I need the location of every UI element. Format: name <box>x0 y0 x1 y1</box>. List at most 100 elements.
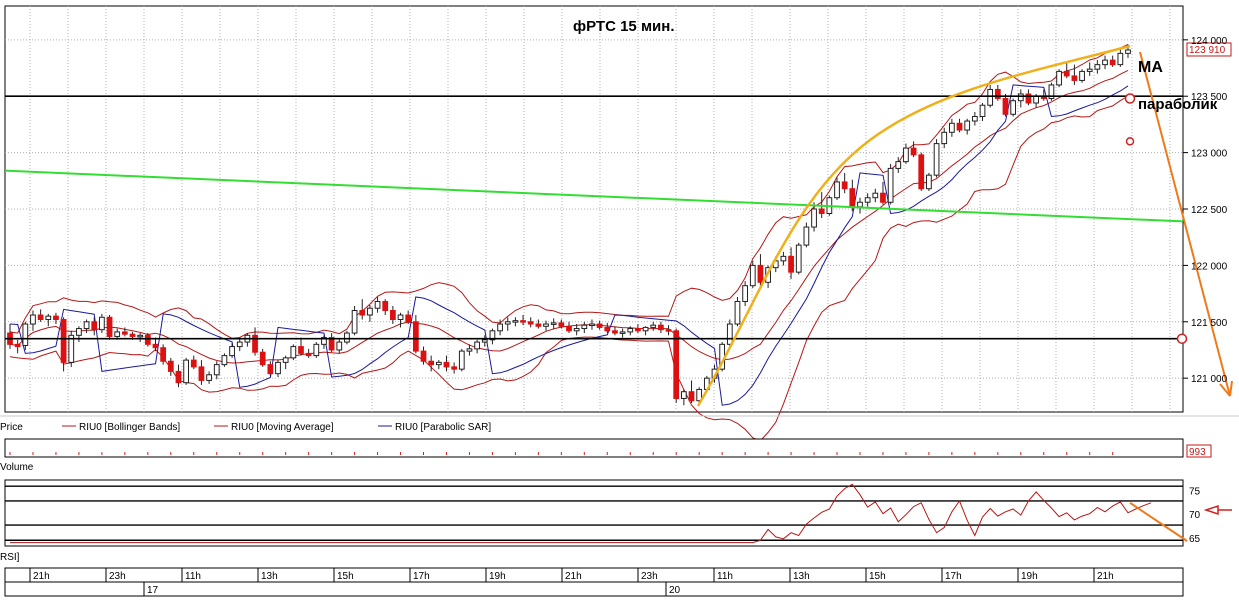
candle-body <box>14 343 21 348</box>
candle-body <box>451 366 458 370</box>
candle-body <box>474 341 480 350</box>
candle-body <box>420 350 427 362</box>
date-label: 17 <box>147 585 159 596</box>
candle-body <box>351 310 358 334</box>
parabolic-annotation: параболик <box>1138 96 1218 113</box>
rsi-tick-label: 75 <box>1189 486 1201 497</box>
candle <box>887 163 894 205</box>
candle-body <box>236 341 243 348</box>
candle <box>313 342 320 358</box>
time-label: 11h <box>717 571 733 582</box>
candle-body <box>53 315 59 321</box>
candle-body <box>604 326 611 332</box>
time-label: 17h <box>945 571 962 582</box>
candle-body <box>37 314 44 321</box>
candle-body <box>1033 95 1039 104</box>
rsi-panel <box>4 479 1184 547</box>
candle <box>1079 69 1085 83</box>
candle-body <box>374 300 381 309</box>
candle-body <box>910 147 917 156</box>
candle <box>290 344 297 361</box>
candlestick-chart: 123 910 124 000123 500123 000122 500122 … <box>0 5 1239 597</box>
candle <box>68 330 75 367</box>
candle-body <box>1063 70 1070 77</box>
time-label: 19h <box>489 571 506 582</box>
candle-body <box>144 334 151 345</box>
candle-body <box>175 370 182 384</box>
candle-body <box>1125 49 1131 54</box>
candle-body <box>941 131 948 145</box>
candle-body <box>520 320 526 323</box>
candle-body <box>259 351 266 366</box>
candle-body <box>726 323 733 345</box>
candle-body <box>167 360 174 372</box>
candle-body <box>213 364 220 376</box>
candle <box>22 321 29 350</box>
candle-body <box>183 359 189 384</box>
candle-body <box>305 352 312 357</box>
candle-body <box>298 346 304 354</box>
candle-body <box>397 314 404 321</box>
candle-body <box>543 323 549 327</box>
candle <box>926 172 932 191</box>
candle-body <box>428 360 435 366</box>
candle-body <box>198 366 205 381</box>
time-label: 19h <box>1021 571 1038 582</box>
candle-body <box>964 120 971 131</box>
candle-body <box>344 332 350 343</box>
level-marker <box>1176 333 1188 344</box>
candle-body <box>933 143 940 176</box>
candle-body <box>887 167 894 203</box>
candle-body <box>45 315 52 321</box>
candle-body <box>497 323 503 332</box>
candle-body <box>872 192 879 199</box>
candle <box>458 348 465 372</box>
candle-body <box>1117 52 1124 66</box>
candle-body <box>857 201 863 208</box>
candle-body <box>252 334 258 353</box>
candle-body <box>818 208 825 215</box>
candle <box>183 357 189 385</box>
candle-body <box>91 321 98 331</box>
time-label: 15h <box>869 571 886 582</box>
candle-body <box>221 355 228 366</box>
candle-body <box>535 323 542 327</box>
volume-value: 993 <box>1189 447 1206 458</box>
candle-body <box>849 188 856 208</box>
time-label: 21h <box>1097 571 1114 582</box>
candle-body <box>282 357 289 363</box>
candle-body <box>949 122 955 133</box>
candle <box>106 315 113 340</box>
candle <box>933 139 940 178</box>
candle-body <box>504 321 511 325</box>
candle-body <box>895 161 902 169</box>
candle-body <box>290 346 297 359</box>
legend-bollinger: RIU0 [Bollinger Bands] <box>79 422 180 433</box>
candle-body <box>22 323 29 346</box>
y-tick-label: 124 000 <box>1191 36 1228 47</box>
candle-body <box>367 307 373 316</box>
candle-body <box>229 346 235 357</box>
candle-body <box>780 255 787 262</box>
y-tick-label: 122 000 <box>1191 261 1228 272</box>
candle-body <box>566 325 572 332</box>
candle-body <box>1010 100 1017 115</box>
candle-body <box>390 310 396 321</box>
candle-body <box>987 88 994 106</box>
time-label: 21h <box>33 571 50 582</box>
candle-body <box>106 316 113 337</box>
candle-body <box>788 255 794 273</box>
candle-body <box>435 361 442 366</box>
candle-body <box>834 181 840 199</box>
ma-annotation: МА <box>1138 59 1163 76</box>
candle-body <box>573 328 580 332</box>
candle-body <box>589 323 595 327</box>
candle <box>795 242 802 275</box>
time-label: 23h <box>641 571 658 582</box>
candle-body <box>99 316 105 331</box>
y-tick-label: 122 500 <box>1191 205 1228 216</box>
candle-body <box>841 181 848 190</box>
candle <box>1056 69 1062 88</box>
candle-body <box>688 391 695 402</box>
candle-body <box>742 285 748 302</box>
